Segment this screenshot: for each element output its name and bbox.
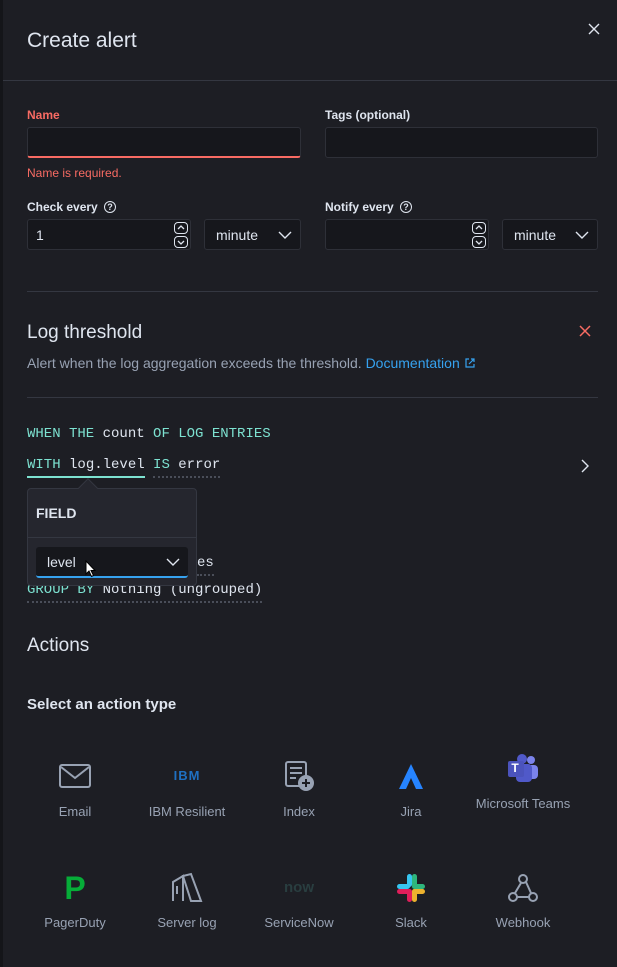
action-type-servicenow[interactable]: now ServiceNow xyxy=(249,872,349,967)
divider xyxy=(27,291,598,292)
server-log-icon xyxy=(172,872,203,902)
name-label: Name xyxy=(27,108,60,122)
chevron-down-icon xyxy=(166,558,180,566)
action-type-label: Microsoft Teams xyxy=(475,796,571,811)
divider xyxy=(27,397,598,398)
action-type-index[interactable]: Index xyxy=(249,761,349,861)
popover-title: FIELD xyxy=(36,505,77,521)
threshold-title: Log threshold xyxy=(27,322,143,343)
criteria-field-expression[interactable]: WITH log.level xyxy=(27,457,145,478)
check-every-help-icon[interactable]: ? xyxy=(104,201,116,213)
name-input[interactable] xyxy=(27,127,301,158)
pagerduty-icon: P xyxy=(64,870,86,906)
flyout-title: Create alert xyxy=(27,29,137,52)
action-type-label: Server log xyxy=(157,915,217,930)
check-every-label: Check every xyxy=(27,200,98,214)
field-popover: FIELD level xyxy=(27,478,197,586)
index-icon xyxy=(285,761,314,791)
threshold-tail-text: es xyxy=(197,555,214,576)
action-type-label: PagerDuty xyxy=(44,915,106,930)
threshold-description-text: Alert when the log aggregation exceeds t… xyxy=(27,355,362,371)
notify-every-unit-value: minute xyxy=(514,227,557,243)
action-type-label: IBM Resilient xyxy=(148,804,226,819)
expression-with[interactable]: WITH log.level IS error xyxy=(27,457,221,478)
chevron-down-icon xyxy=(278,231,292,239)
action-type-ibm-resilient[interactable]: IBM IBM Resilient xyxy=(137,761,237,861)
tags-input[interactable] xyxy=(325,127,598,158)
jira-icon xyxy=(399,764,423,789)
action-type-jira[interactable]: Jira xyxy=(361,761,461,861)
popover-divider xyxy=(28,537,196,538)
notify-every-unit-select[interactable]: minute xyxy=(502,219,598,250)
stepper-down-icon[interactable] xyxy=(472,236,486,248)
aggregation-value[interactable]: count xyxy=(103,426,145,442)
action-type-label: Index xyxy=(283,804,315,819)
documentation-link[interactable]: Documentation xyxy=(366,355,476,371)
expression-threshold-partial[interactable]: es xyxy=(197,555,214,576)
flyout-header: Create alert xyxy=(3,0,617,81)
check-every-unit-value: minute xyxy=(216,227,259,243)
webhook-icon xyxy=(508,874,538,902)
action-type-label: Slack xyxy=(395,915,427,930)
action-type-slack[interactable]: Slack xyxy=(361,872,461,967)
stepper-up-icon[interactable] xyxy=(174,222,188,234)
is-keyword: IS xyxy=(153,457,170,473)
servicenow-icon: now xyxy=(284,879,314,896)
criteria-value: error xyxy=(178,457,221,473)
close-icon[interactable] xyxy=(585,20,603,38)
check-every-input[interactable]: 1 xyxy=(27,219,191,250)
threshold-description: Alert when the log aggregation exceeds t… xyxy=(27,355,476,371)
action-type-subtitle: Select an action type xyxy=(27,696,177,713)
action-type-label: Jira xyxy=(400,804,422,819)
criteria-field-value: log.level xyxy=(69,457,145,473)
field-select-value: level xyxy=(47,554,76,570)
action-type-email[interactable]: Email xyxy=(25,761,125,861)
notify-every-input[interactable] xyxy=(325,219,489,250)
chevron-right-icon[interactable] xyxy=(579,458,591,474)
chevron-down-icon xyxy=(575,231,589,239)
popover-arrow xyxy=(78,478,98,498)
check-every-unit-select[interactable]: minute xyxy=(204,219,301,250)
documentation-link-label: Documentation xyxy=(365,355,460,371)
action-type-webhook[interactable]: Webhook xyxy=(473,872,573,967)
notify-every-help-icon[interactable]: ? xyxy=(400,201,412,213)
of-log-entries-keyword: OF LOG ENTRIES xyxy=(153,426,271,442)
external-link-icon xyxy=(465,358,475,368)
action-type-label: Webhook xyxy=(495,915,551,930)
remove-threshold-icon[interactable] xyxy=(578,324,592,338)
check-every-value: 1 xyxy=(36,227,44,243)
check-every-stepper[interactable] xyxy=(174,222,188,248)
create-alert-flyout: Create alert Name Name is required. Tags… xyxy=(3,0,617,967)
actions-title: Actions xyxy=(27,635,90,656)
mail-icon xyxy=(59,764,91,788)
field-select[interactable]: level xyxy=(36,547,188,578)
action-type-pagerduty[interactable]: P PagerDuty xyxy=(25,872,125,967)
notify-every-label: Notify every xyxy=(325,200,394,214)
action-type-label: ServiceNow xyxy=(264,915,334,930)
stepper-down-icon[interactable] xyxy=(174,236,188,248)
action-type-label: Email xyxy=(58,804,92,819)
ibm-icon: IBM xyxy=(173,768,201,783)
mouse-pointer-icon xyxy=(85,560,97,578)
when-keyword: WHEN THE xyxy=(27,426,95,442)
slack-icon xyxy=(397,874,425,902)
criteria-comparator-expression[interactable]: IS error xyxy=(153,457,221,478)
stepper-up-icon[interactable] xyxy=(472,222,486,234)
action-type-server-log[interactable]: Server log xyxy=(137,872,237,967)
teams-glyph: T xyxy=(511,761,519,775)
expression-when[interactable]: WHEN THE count OF LOG ENTRIES xyxy=(27,426,271,442)
notify-every-stepper[interactable] xyxy=(472,222,486,248)
tags-label: Tags (optional) xyxy=(325,108,411,122)
action-type-microsoft-teams[interactable]: T Microsoft Teams xyxy=(473,753,573,853)
name-error-text: Name is required. xyxy=(27,166,122,180)
with-keyword: WITH xyxy=(27,457,61,473)
